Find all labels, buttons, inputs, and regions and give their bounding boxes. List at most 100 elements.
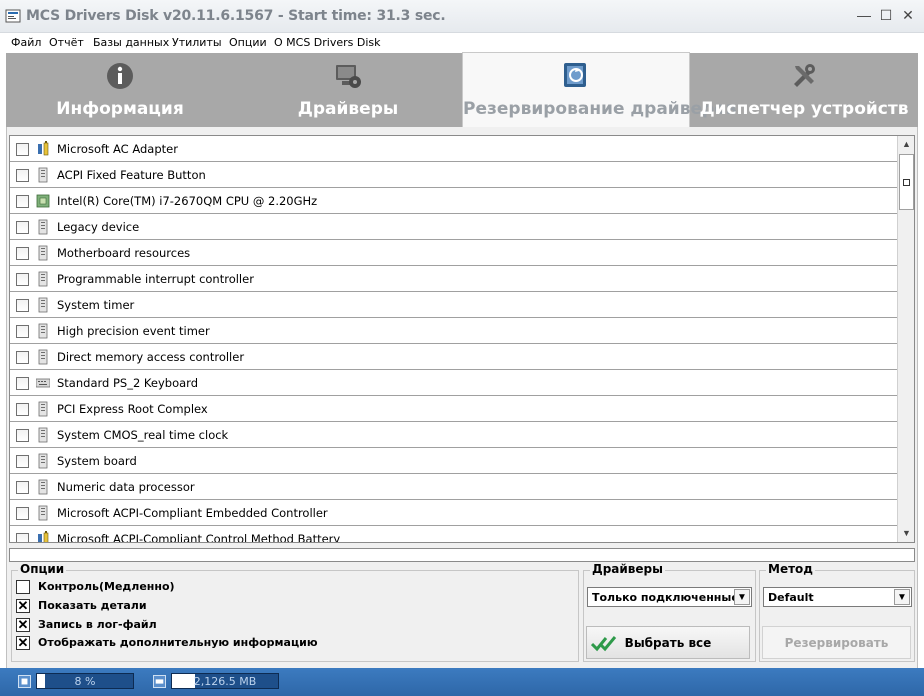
device-checkbox[interactable] bbox=[16, 169, 29, 182]
select-all-label: Выбрать все bbox=[624, 636, 712, 650]
select-all-button[interactable]: Выбрать все bbox=[586, 626, 750, 659]
system-device-icon bbox=[38, 323, 48, 339]
list-item[interactable]: Motherboard resources bbox=[10, 240, 898, 266]
cpu-meter: 8 % bbox=[36, 673, 134, 689]
backup-icon bbox=[564, 63, 586, 87]
device-checkbox[interactable] bbox=[16, 481, 29, 494]
drivers-group: Драйверы Только подключенные ▼ Выбрать в… bbox=[583, 562, 756, 662]
list-item[interactable]: Microsoft ACPI-Compliant Embedded Contro… bbox=[10, 500, 898, 526]
list-item[interactable]: ACPI Fixed Feature Button bbox=[10, 162, 898, 188]
tab-label: Информация bbox=[56, 99, 184, 119]
list-item[interactable]: Microsoft AC Adapter bbox=[10, 136, 898, 162]
system-device-icon bbox=[38, 453, 48, 469]
list-scrollbar[interactable]: ▲ ▼ bbox=[897, 136, 914, 542]
memory-meter: 2,126.5 MB bbox=[171, 673, 279, 689]
tab-drivers[interactable]: Драйверы bbox=[234, 53, 462, 127]
device-name: Microsoft ACPI-Compliant Control Method … bbox=[57, 532, 341, 543]
list-item[interactable]: Numeric data processor bbox=[10, 474, 898, 500]
battery-icon bbox=[38, 531, 49, 542]
option-label: Показать детали bbox=[38, 599, 147, 612]
device-name: Microsoft AC Adapter bbox=[57, 142, 178, 156]
list-item[interactable]: Direct memory access controller bbox=[10, 344, 898, 370]
device-list[interactable]: Microsoft AC Adapter ACPI Fixed Feature … bbox=[9, 135, 915, 543]
device-name: Motherboard resources bbox=[57, 246, 191, 260]
option-label: Отображать дополнительную информацию bbox=[38, 636, 318, 649]
device-checkbox[interactable] bbox=[16, 507, 29, 520]
device-name: PCI Express Root Complex bbox=[57, 402, 208, 416]
battery-icon bbox=[38, 141, 49, 156]
system-device-icon bbox=[38, 349, 48, 365]
tab-device-manager[interactable]: Диспетчер устройств bbox=[690, 53, 918, 127]
system-device-icon bbox=[38, 401, 48, 417]
tab-information[interactable]: Информация bbox=[6, 53, 234, 127]
device-name: Standard PS_2 Keyboard bbox=[57, 376, 198, 390]
menu-databases[interactable]: Базы данных bbox=[93, 36, 169, 49]
checkbox-unchecked[interactable] bbox=[16, 580, 30, 594]
menu-about[interactable]: О MCS Drivers Disk bbox=[274, 36, 381, 49]
driver-filter-select[interactable]: Только подключенные ▼ bbox=[587, 587, 752, 607]
menu-options[interactable]: Опции bbox=[229, 36, 267, 49]
close-button[interactable]: ✕ bbox=[897, 4, 919, 26]
menu-file[interactable]: Файл bbox=[11, 36, 41, 49]
tab-driver-backup[interactable]: Резервирование драйверов bbox=[462, 52, 737, 128]
main-tabs: Информация Драйверы Резервирование драйв… bbox=[6, 52, 918, 128]
device-checkbox[interactable] bbox=[16, 247, 29, 260]
list-item[interactable]: PCI Express Root Complex bbox=[10, 396, 898, 422]
list-item[interactable]: System CMOS_real time clock bbox=[10, 422, 898, 448]
device-name: Direct memory access controller bbox=[57, 350, 245, 364]
device-name: Programmable interrupt controller bbox=[57, 272, 254, 286]
device-name: Microsoft ACPI-Compliant Embedded Contro… bbox=[57, 506, 328, 520]
chevron-down-icon[interactable]: ▼ bbox=[894, 589, 910, 605]
menu-report[interactable]: Отчёт bbox=[49, 36, 84, 49]
device-checkbox[interactable] bbox=[16, 429, 29, 442]
title-bar: MCS Drivers Disk v20.11.6.1567 - Start t… bbox=[0, 0, 924, 33]
list-item[interactable]: Standard PS_2 Keyboard bbox=[10, 370, 898, 396]
device-checkbox[interactable] bbox=[16, 195, 29, 208]
minimize-button[interactable]: — bbox=[853, 4, 875, 26]
list-item[interactable]: Intel(R) Core(TM) i7-2670QM CPU @ 2.20GH… bbox=[10, 188, 898, 214]
device-checkbox[interactable] bbox=[16, 403, 29, 416]
method-value: Default bbox=[768, 591, 814, 604]
drivers-group-label: Драйверы bbox=[590, 562, 665, 576]
memory-icon bbox=[153, 675, 166, 688]
checkbox-checked[interactable]: ✕ bbox=[16, 618, 30, 632]
device-checkbox[interactable] bbox=[16, 455, 29, 468]
drivers-icon bbox=[336, 65, 361, 88]
list-item[interactable]: System timer bbox=[10, 292, 898, 318]
options-group-label: Опции bbox=[18, 562, 67, 576]
device-name: Numeric data processor bbox=[57, 480, 195, 494]
method-group: Метод Default ▼ Резервировать bbox=[759, 562, 915, 662]
scroll-down-button[interactable]: ▼ bbox=[898, 525, 914, 542]
list-item[interactable]: System board bbox=[10, 448, 898, 474]
device-checkbox[interactable] bbox=[16, 221, 29, 234]
device-checkbox[interactable] bbox=[16, 377, 29, 390]
menu-bar: Файл Отчёт Базы данных Утилиты Опции О M… bbox=[0, 33, 924, 53]
system-device-icon bbox=[38, 505, 48, 521]
backup-button[interactable]: Резервировать bbox=[762, 626, 911, 659]
system-device-icon bbox=[38, 271, 48, 287]
device-checkbox[interactable] bbox=[16, 325, 29, 338]
option-label: Контроль(Медленно) bbox=[38, 580, 175, 593]
device-checkbox[interactable] bbox=[16, 273, 29, 286]
system-device-icon bbox=[38, 297, 48, 313]
device-name: ACPI Fixed Feature Button bbox=[57, 168, 206, 182]
device-checkbox[interactable] bbox=[16, 299, 29, 312]
scroll-up-button[interactable]: ▲ bbox=[898, 136, 914, 153]
list-item[interactable]: High precision event timer bbox=[10, 318, 898, 344]
scroll-thumb[interactable] bbox=[899, 154, 914, 210]
checkbox-checked[interactable]: ✕ bbox=[16, 599, 30, 613]
cpu-icon bbox=[18, 675, 31, 688]
device-checkbox[interactable] bbox=[16, 351, 29, 364]
chevron-down-icon[interactable]: ▼ bbox=[734, 589, 750, 605]
maximize-button[interactable]: ☐ bbox=[875, 4, 897, 26]
list-item[interactable]: Microsoft ACPI-Compliant Control Method … bbox=[10, 526, 898, 543]
checkbox-checked[interactable]: ✕ bbox=[16, 636, 30, 650]
device-name: Intel(R) Core(TM) i7-2670QM CPU @ 2.20GH… bbox=[57, 194, 318, 208]
method-select[interactable]: Default ▼ bbox=[763, 587, 912, 607]
menu-utilities[interactable]: Утилиты bbox=[172, 36, 222, 49]
list-item[interactable]: Programmable interrupt controller bbox=[10, 266, 898, 292]
device-checkbox[interactable] bbox=[16, 533, 29, 542]
list-item[interactable]: Legacy device bbox=[10, 214, 898, 240]
device-checkbox[interactable] bbox=[16, 143, 29, 156]
app-icon bbox=[5, 9, 21, 23]
